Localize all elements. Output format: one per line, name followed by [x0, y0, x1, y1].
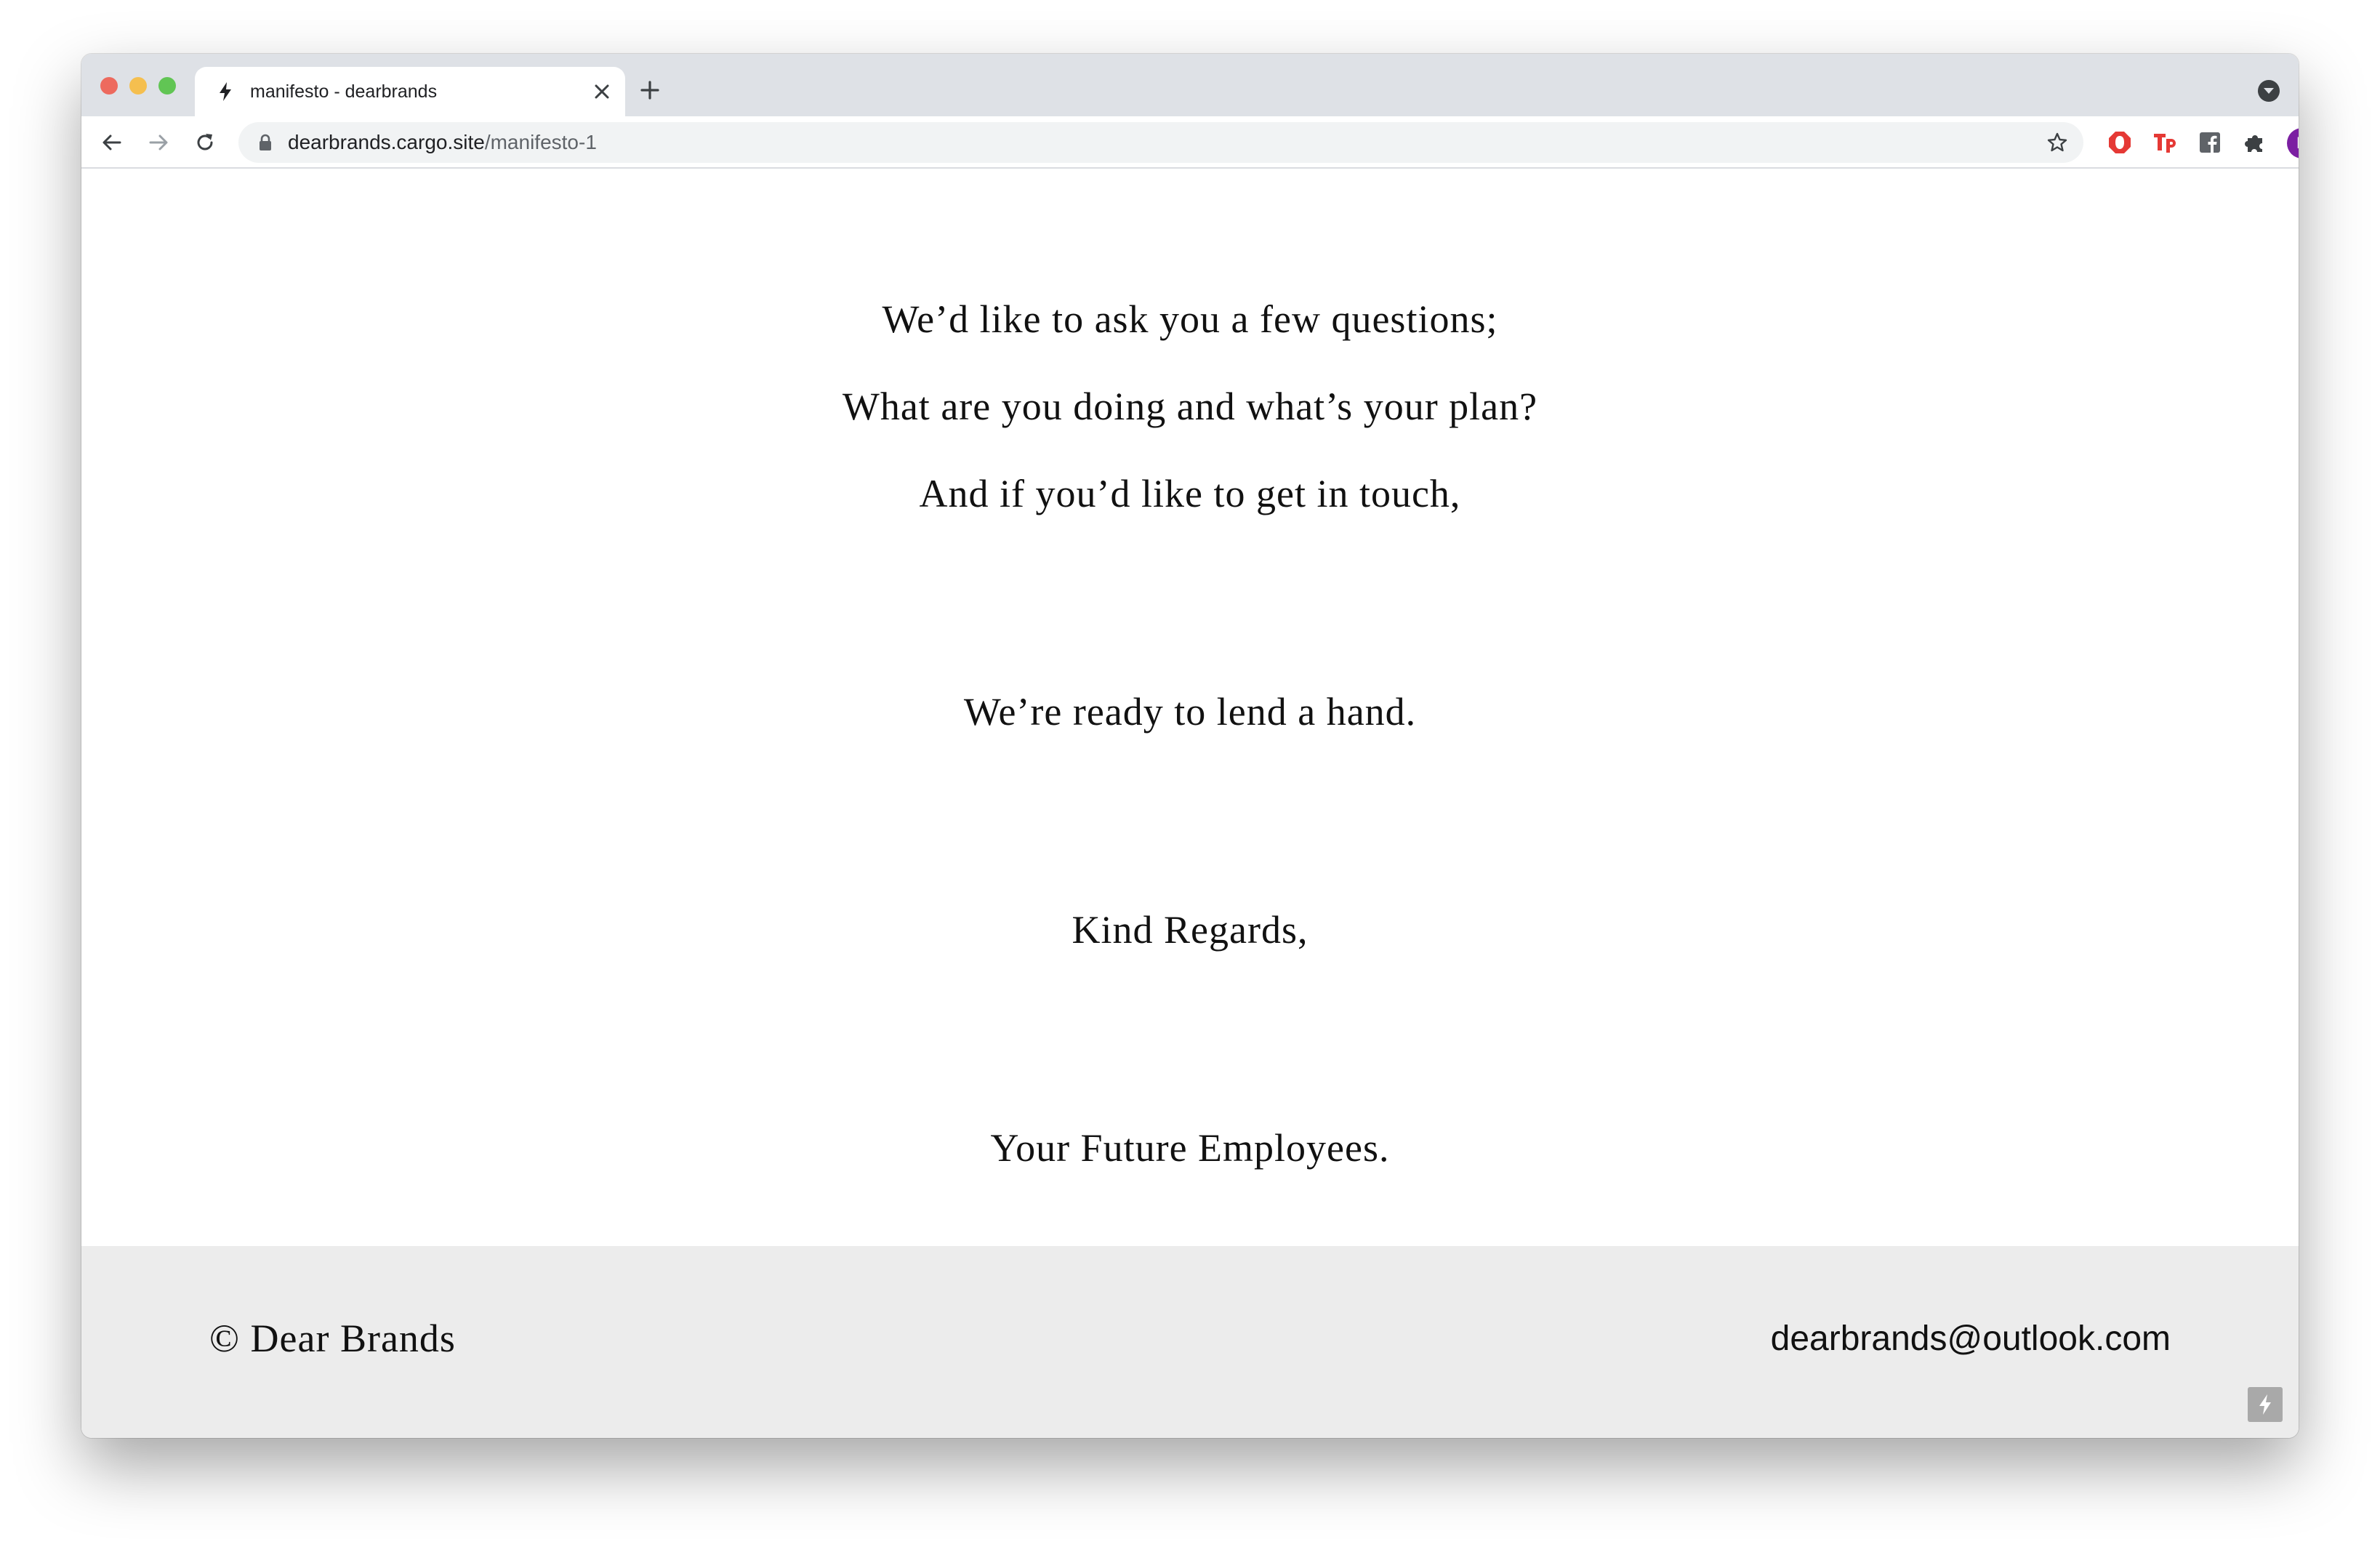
manifesto-line: Kind Regards, — [1072, 908, 1308, 952]
minimize-window-button[interactable] — [129, 77, 147, 95]
browser-toolbar: dearbrands.cargo.site/manifesto-1 — [81, 116, 2299, 169]
site-footer: © Dear Brands dearbrands@outlook.com — [81, 1246, 2299, 1438]
back-button[interactable] — [97, 128, 126, 157]
arrow-left-icon — [102, 134, 121, 150]
tab-strip: manifesto - dearbrands — [81, 54, 2299, 116]
manifesto-line: Your Future Employees. — [990, 1126, 1390, 1170]
plus-icon — [640, 81, 659, 100]
manifesto-line: We’re ready to lend a hand. — [963, 690, 1417, 734]
bolt-icon[interactable] — [2248, 1387, 2283, 1422]
reload-button[interactable] — [190, 128, 220, 157]
url-text[interactable]: dearbrands.cargo.site/manifesto-1 — [288, 131, 597, 154]
forward-button[interactable] — [144, 128, 173, 157]
manifesto-line: We’d like to ask you a few questions; — [882, 297, 1498, 341]
copyright-text: © Dear Brands — [209, 1317, 456, 1360]
avatar[interactable]: D — [2287, 128, 2299, 158]
manifesto-line: What are you doing and what’s your plan? — [842, 385, 1538, 428]
bolt-icon — [214, 80, 237, 103]
tab-manifesto[interactable]: manifesto - dearbrands — [195, 67, 625, 116]
lock-icon[interactable] — [257, 134, 273, 151]
close-icon[interactable] — [589, 79, 615, 105]
new-tab-button[interactable] — [635, 76, 664, 105]
puzzle-extensions-icon[interactable] — [2242, 129, 2268, 156]
chevron-down-circle-icon[interactable] — [2258, 80, 2280, 102]
address-bar[interactable]: dearbrands.cargo.site/manifesto-1 — [238, 122, 2083, 163]
url-path: /manifesto-1 — [484, 131, 597, 153]
facebook-extension-icon[interactable] — [2197, 129, 2223, 156]
browser-window: manifesto - dearbrands dearbrands.cargo.… — [81, 54, 2299, 1438]
star-icon[interactable] — [2046, 131, 2069, 154]
arrow-right-icon — [149, 134, 168, 150]
close-window-button[interactable] — [100, 77, 118, 95]
tp-extension-icon[interactable] — [2152, 129, 2178, 156]
reload-icon — [197, 134, 213, 150]
adblock-extension-icon[interactable] — [2107, 129, 2133, 156]
page-content: We’d like to ask you a few questions; Wh… — [81, 169, 2299, 1246]
tab-title: manifesto - dearbrands — [250, 81, 438, 102]
email-link[interactable]: dearbrands@outlook.com — [1771, 1319, 2171, 1359]
manifesto-line: And if you’d like to get in touch, — [919, 472, 1461, 515]
url-host: dearbrands.cargo.site — [288, 131, 485, 153]
maximize-window-button[interactable] — [158, 77, 176, 95]
